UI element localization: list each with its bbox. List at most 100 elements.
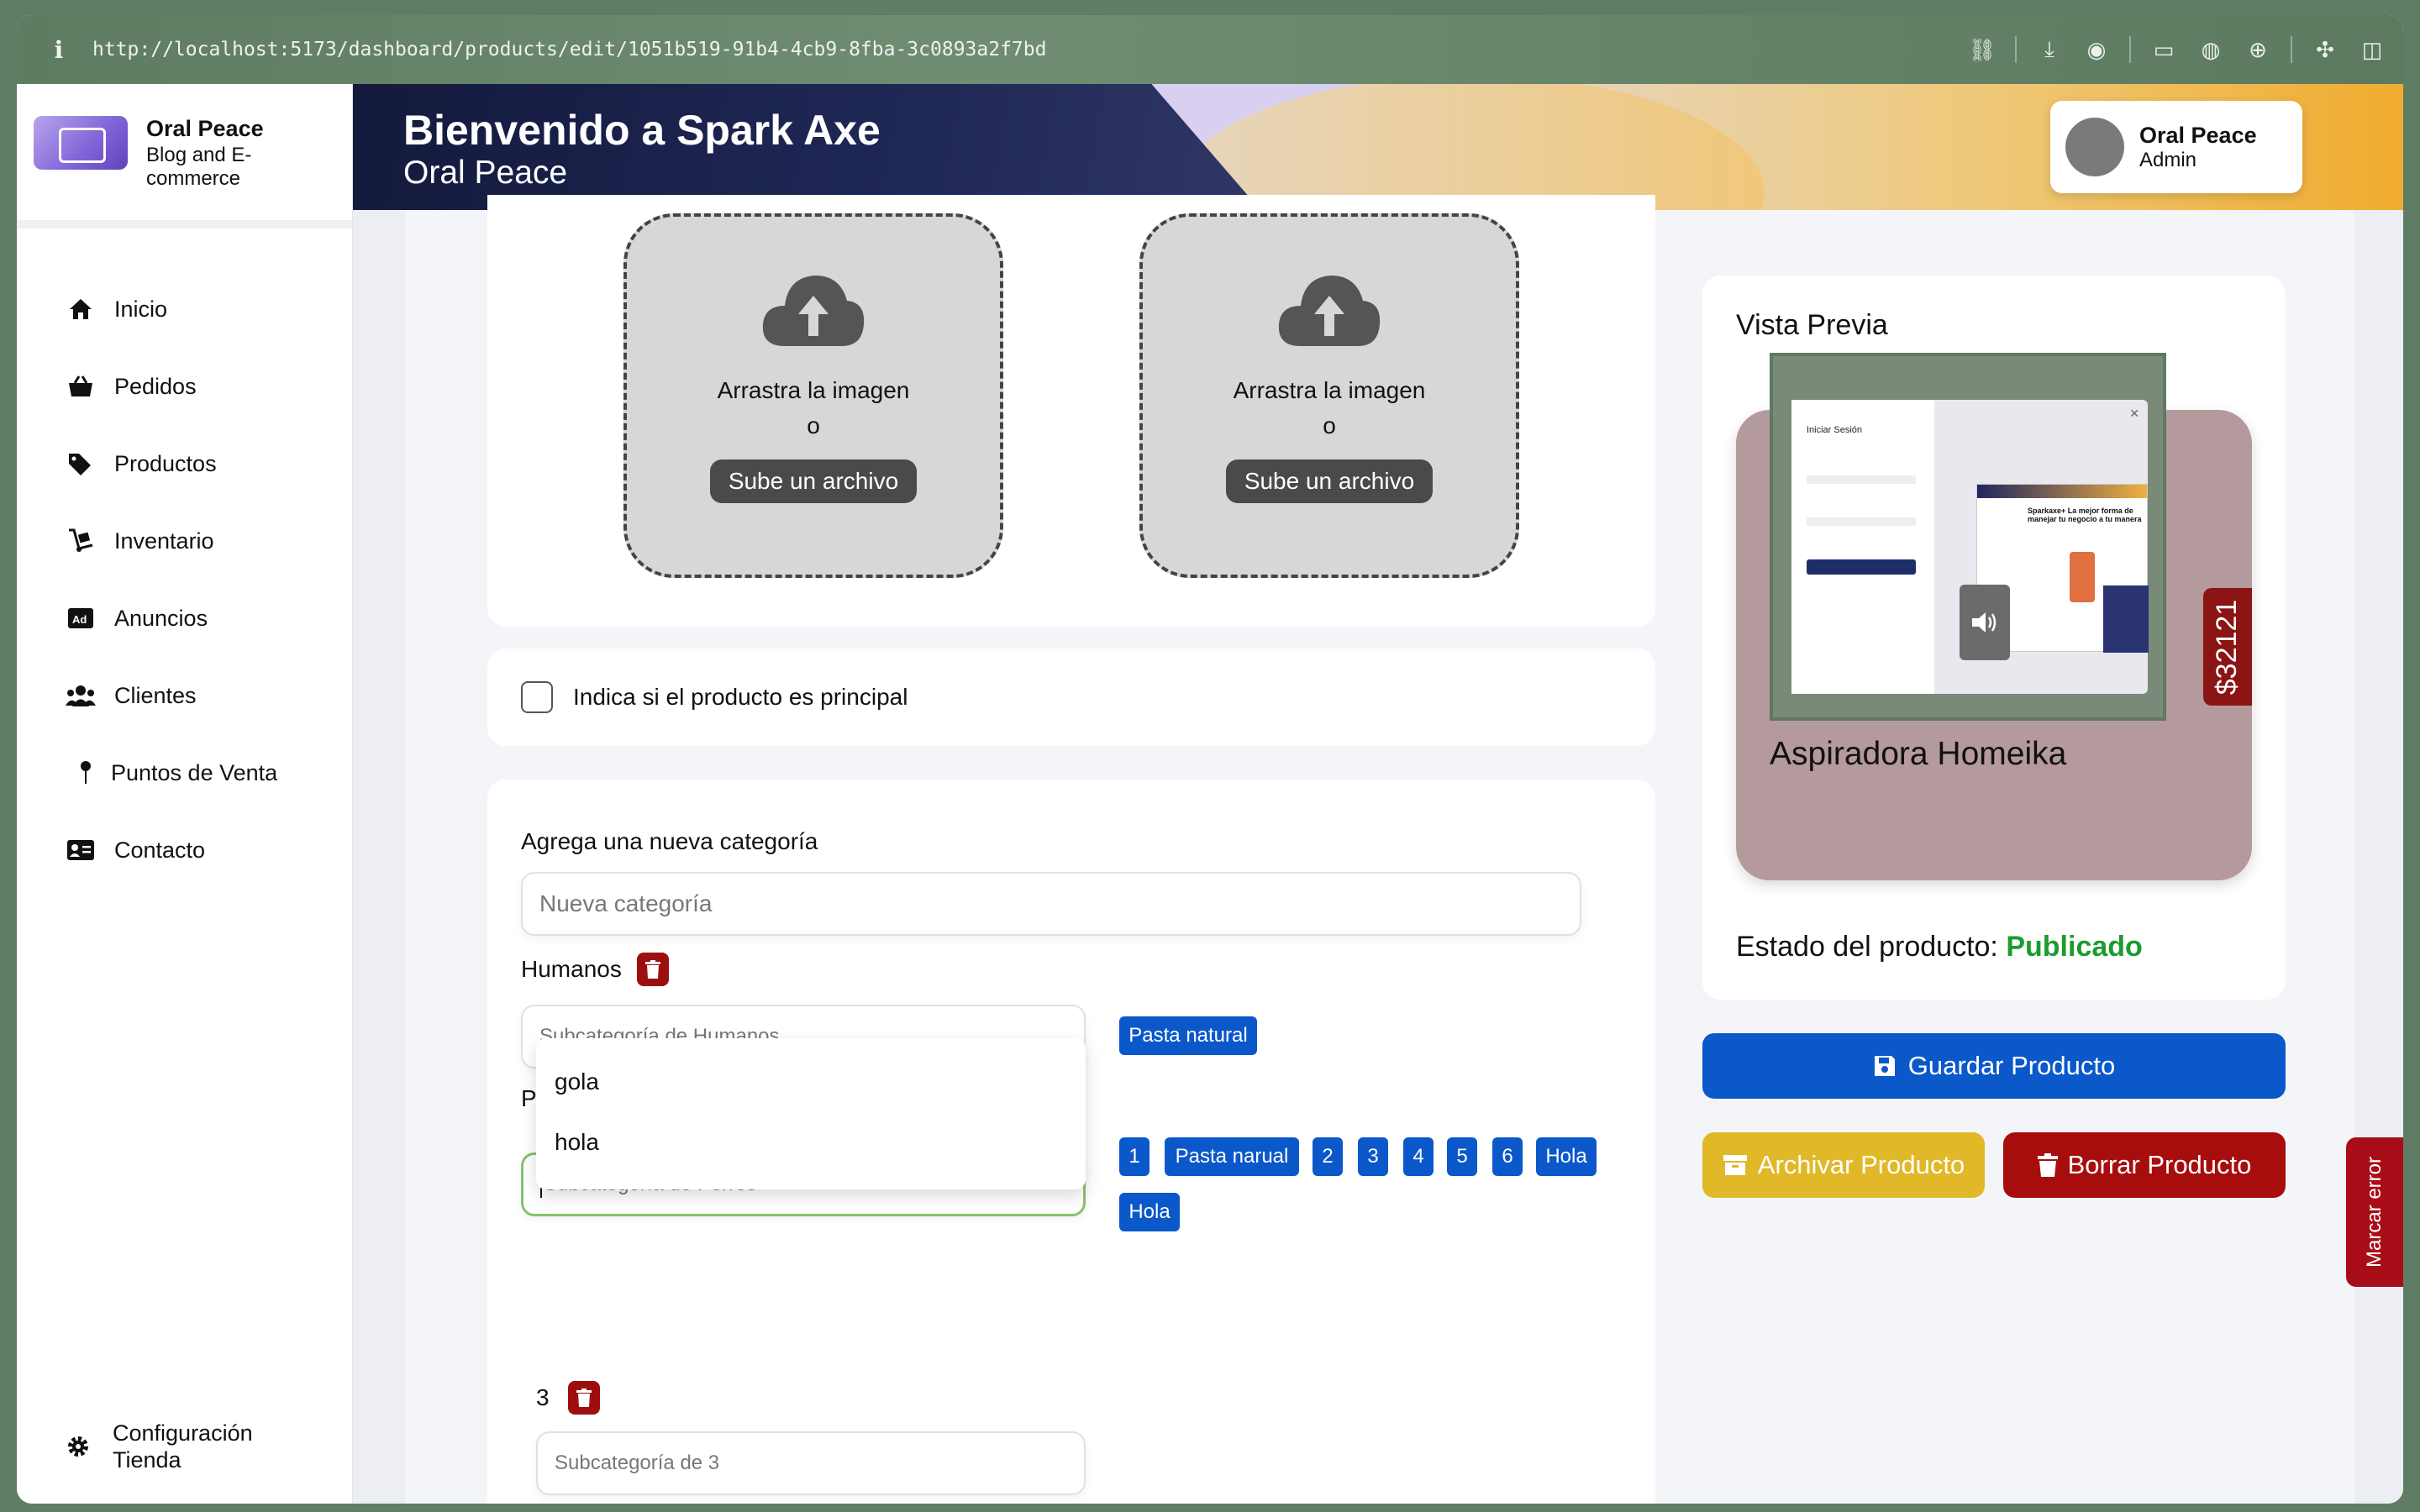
- principal-checkbox[interactable]: [521, 681, 553, 713]
- sidebar-item-puntos-de-venta[interactable]: Puntos de Venta: [17, 734, 352, 811]
- thumbnail-screen: Iniciar Sesión Sparkaxe+ La mejor forma …: [1791, 400, 2149, 694]
- subcategory-chip[interactable]: 5: [1447, 1137, 1477, 1176]
- sidebar-item-clientes[interactable]: Clientes: [17, 657, 352, 734]
- ad-icon: Ad: [66, 605, 96, 632]
- close-icon: ✕: [2129, 407, 2139, 420]
- thumbnail-banner: [2103, 585, 2149, 653]
- thumbnail-login-title: Iniciar Sesión: [1807, 425, 1863, 435]
- user-card[interactable]: Oral Peace Admin: [2050, 101, 2302, 193]
- product-image: Iniciar Sesión Sparkaxe+ La mejor forma …: [1770, 353, 2166, 721]
- save-button[interactable]: Guardar Producto: [1702, 1033, 2286, 1099]
- trash-icon: [645, 960, 660, 979]
- new-category-input[interactable]: Nueva categoría: [521, 872, 1581, 936]
- archive-label: Archivar Producto: [1757, 1150, 1965, 1179]
- subcategory-chip[interactable]: Pasta natural: [1119, 1016, 1257, 1055]
- dropzone-text: Arrastra la imagen: [1233, 377, 1426, 403]
- cloud-upload-icon: [1276, 270, 1383, 352]
- home-icon: [66, 296, 96, 323]
- sidebar-item-label: Inventario: [114, 528, 214, 554]
- subcategory-chip[interactable]: 6: [1492, 1137, 1523, 1176]
- delete-button[interactable]: Borrar Producto: [2003, 1132, 2286, 1198]
- sidebar-item-contacto[interactable]: Contacto: [17, 811, 352, 889]
- delete-category-button[interactable]: [568, 1381, 600, 1415]
- tags-icon: [66, 450, 96, 477]
- extensions-icon[interactable]: ✣: [2311, 37, 2339, 62]
- user-role: Admin: [2139, 148, 2197, 171]
- thumbnail-line: [1807, 475, 1916, 484]
- price-tag: $32121: [2203, 588, 2252, 706]
- new-category-placeholder: Nueva categoría: [539, 890, 713, 916]
- price-value: $32121: [2211, 599, 2244, 695]
- image-dropzone-1[interactable]: Arrastra la imagen o Sube un archivo: [623, 213, 1003, 578]
- subcategory-chip[interactable]: 4: [1403, 1137, 1434, 1176]
- terminal-icon[interactable]: ▭: [2149, 37, 2178, 62]
- category-name-3: 3: [536, 1384, 550, 1410]
- upload-button[interactable]: Sube un archivo: [1225, 459, 1434, 503]
- upload-button[interactable]: Sube un archivo: [709, 459, 918, 503]
- sidebar-item-label: Puntos de Venta: [111, 759, 278, 785]
- toolbar-divider: [2015, 36, 2017, 63]
- principal-label: Indica si el producto es principal: [573, 684, 908, 710]
- preview-title: Vista Previa: [1736, 309, 1888, 341]
- delete-label: Borrar Producto: [2067, 1150, 2252, 1179]
- sidebar: Oral Peace Blog and E-commerce Inicio Pe…: [17, 84, 353, 1504]
- sidebar-item-pedidos[interactable]: Pedidos: [17, 348, 352, 425]
- avatar: [2065, 118, 2124, 176]
- brand-name: Oral Peace: [146, 116, 264, 141]
- camera-icon[interactable]: ◉: [2082, 37, 2111, 62]
- sidebar-item-productos[interactable]: Productos: [17, 425, 352, 502]
- product-status: Estado del producto: Publicado: [1736, 931, 2143, 963]
- sidebar-item-configuracion[interactable]: Configuración Tienda: [66, 1420, 281, 1473]
- archive-icon: [1723, 1155, 1747, 1175]
- suggestion-item[interactable]: gola: [536, 1052, 1086, 1112]
- report-error-button[interactable]: Marcar error: [2346, 1137, 2403, 1287]
- sidebar-item-inicio[interactable]: Inicio: [17, 270, 352, 348]
- subcategory-chip[interactable]: Hola: [1119, 1193, 1180, 1231]
- thumbnail-line: [1807, 517, 1916, 526]
- archive-button[interactable]: Archivar Producto: [1702, 1132, 1985, 1198]
- dropzone-text: Arrastra la imagen: [717, 377, 910, 403]
- save-icon: [1874, 1056, 1895, 1076]
- cloud-upload-icon: [760, 270, 867, 352]
- sidebar-toggle-icon[interactable]: ◫: [2358, 37, 2386, 62]
- users-icon: [66, 682, 96, 709]
- thumbnail-site-title: Sparkaxe+ La mejor forma de manejar tu n…: [2028, 507, 2142, 523]
- download-icon[interactable]: ⤓: [2035, 36, 2064, 62]
- browser-window: i http://localhost:5173/dashboard/produc…: [17, 15, 2403, 1504]
- basket-icon: [66, 373, 96, 400]
- suggestion-item[interactable]: hola: [536, 1112, 1086, 1173]
- principal-card: Indica si el producto es principal: [487, 648, 1655, 746]
- thumbnail-site-bar: [1977, 485, 2147, 498]
- url-bar: i http://localhost:5173/dashboard/produc…: [17, 15, 2403, 84]
- subcategory-chip[interactable]: Pasta narual: [1165, 1137, 1299, 1176]
- url-text[interactable]: http://localhost:5173/dashboard/products…: [92, 39, 1046, 60]
- product-name: Aspiradora Homeika: [1770, 736, 2067, 772]
- brand-logo: [34, 116, 128, 170]
- globe-icon[interactable]: ◍: [2196, 37, 2225, 62]
- sidebar-item-anuncios[interactable]: Ad Anuncios: [17, 580, 352, 657]
- subcategory-input-3[interactable]: Subcategoría de 3: [536, 1431, 1086, 1495]
- delete-category-button[interactable]: [637, 953, 669, 986]
- subcategory-chip[interactable]: 3: [1358, 1137, 1388, 1176]
- speaker-icon: [1960, 585, 2010, 660]
- brand-subtitle: Blog and E-commerce: [146, 144, 252, 190]
- thumbnail-product: [2070, 552, 2095, 602]
- image-dropzone-2[interactable]: Arrastra la imagen o Sube un archivo: [1139, 213, 1519, 578]
- info-icon[interactable]: i: [34, 36, 84, 64]
- subcategory-chip[interactable]: 1: [1119, 1137, 1150, 1176]
- subcategory-chip[interactable]: Hola: [1536, 1137, 1597, 1176]
- link-icon[interactable]: ⛓: [1968, 37, 1996, 62]
- sidebar-item-label: Clientes: [114, 682, 197, 708]
- user-name: Oral Peace: [2139, 122, 2257, 148]
- sidebar-item-label: Productos: [114, 450, 217, 476]
- crosshair-icon[interactable]: ⊕: [2244, 37, 2272, 62]
- sidebar-item-inventario[interactable]: Inventario: [17, 502, 352, 580]
- subcategory-suggestions: gola hola: [536, 1038, 1086, 1189]
- subcategory-placeholder: Subcategoría de 3: [555, 1452, 720, 1474]
- add-category-label: Agrega una nueva categoría: [521, 828, 818, 854]
- page-title: Bienvenido a Spark Axe: [403, 107, 881, 154]
- save-label: Guardar Producto: [1907, 1051, 2116, 1080]
- contact-card-icon: [66, 837, 96, 864]
- subcategory-chip[interactable]: 2: [1313, 1137, 1343, 1176]
- status-badge: Publicado: [2006, 931, 2143, 963]
